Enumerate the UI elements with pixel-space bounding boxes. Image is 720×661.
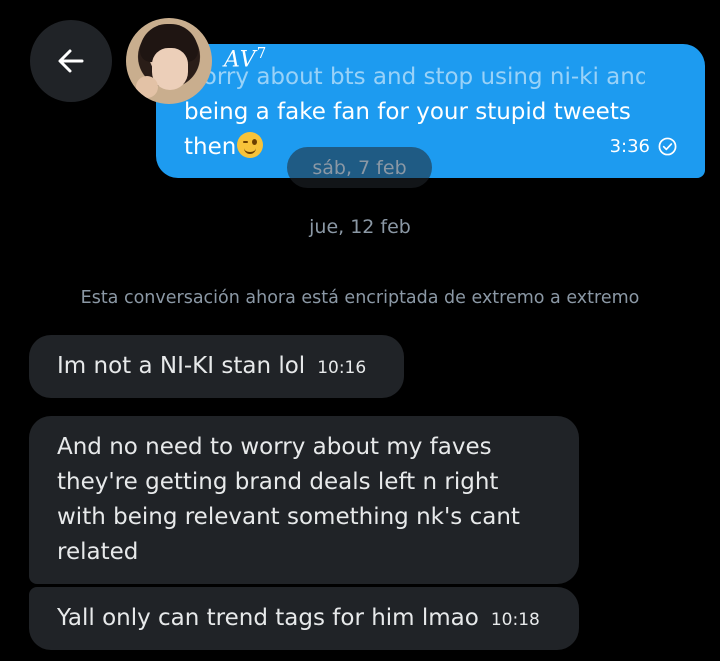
received-message-bubble[interactable]: And no need to worry about my faves they… [29,416,579,584]
received-message-bubble[interactable]: Im not a NI-KI stan lol 10:16 [29,335,404,398]
received-message-line: with being relevant something nk's cant [57,504,520,530]
received-message-bubble[interactable]: Yall only can trend tags for him lmao 10:… [29,587,579,650]
sent-message-meta: 3:36 [610,129,677,164]
received-message-line: And no need to worry about my faves [57,434,492,460]
avatar[interactable] [126,18,212,104]
encryption-notice: Esta conversación ahora está encriptada … [80,288,640,308]
received-message-time: 10:18 [490,610,540,630]
received-message-line: related [57,539,139,565]
conversation-username[interactable]: AV7 [224,44,267,72]
read-check-icon [658,137,677,156]
arrow-left-icon [58,49,84,73]
back-button[interactable] [30,20,112,102]
wink-emoji-icon [237,132,264,158]
date-separator: jue, 12 feb [309,216,411,238]
floating-date-pill: sáb, 7 feb [287,147,432,188]
received-message-text: Yall only can trend tags for him lmao [57,605,479,631]
sent-message-time: 3:36 [609,136,650,157]
received-message-text: Im not a NI-KI stan lol [57,353,306,379]
received-message-line: they're getting brand deals left n right [57,469,499,495]
sent-message-line-2: being a fake fan for your stupid tweets [184,99,631,125]
received-message-time: 10:16 [317,358,367,378]
